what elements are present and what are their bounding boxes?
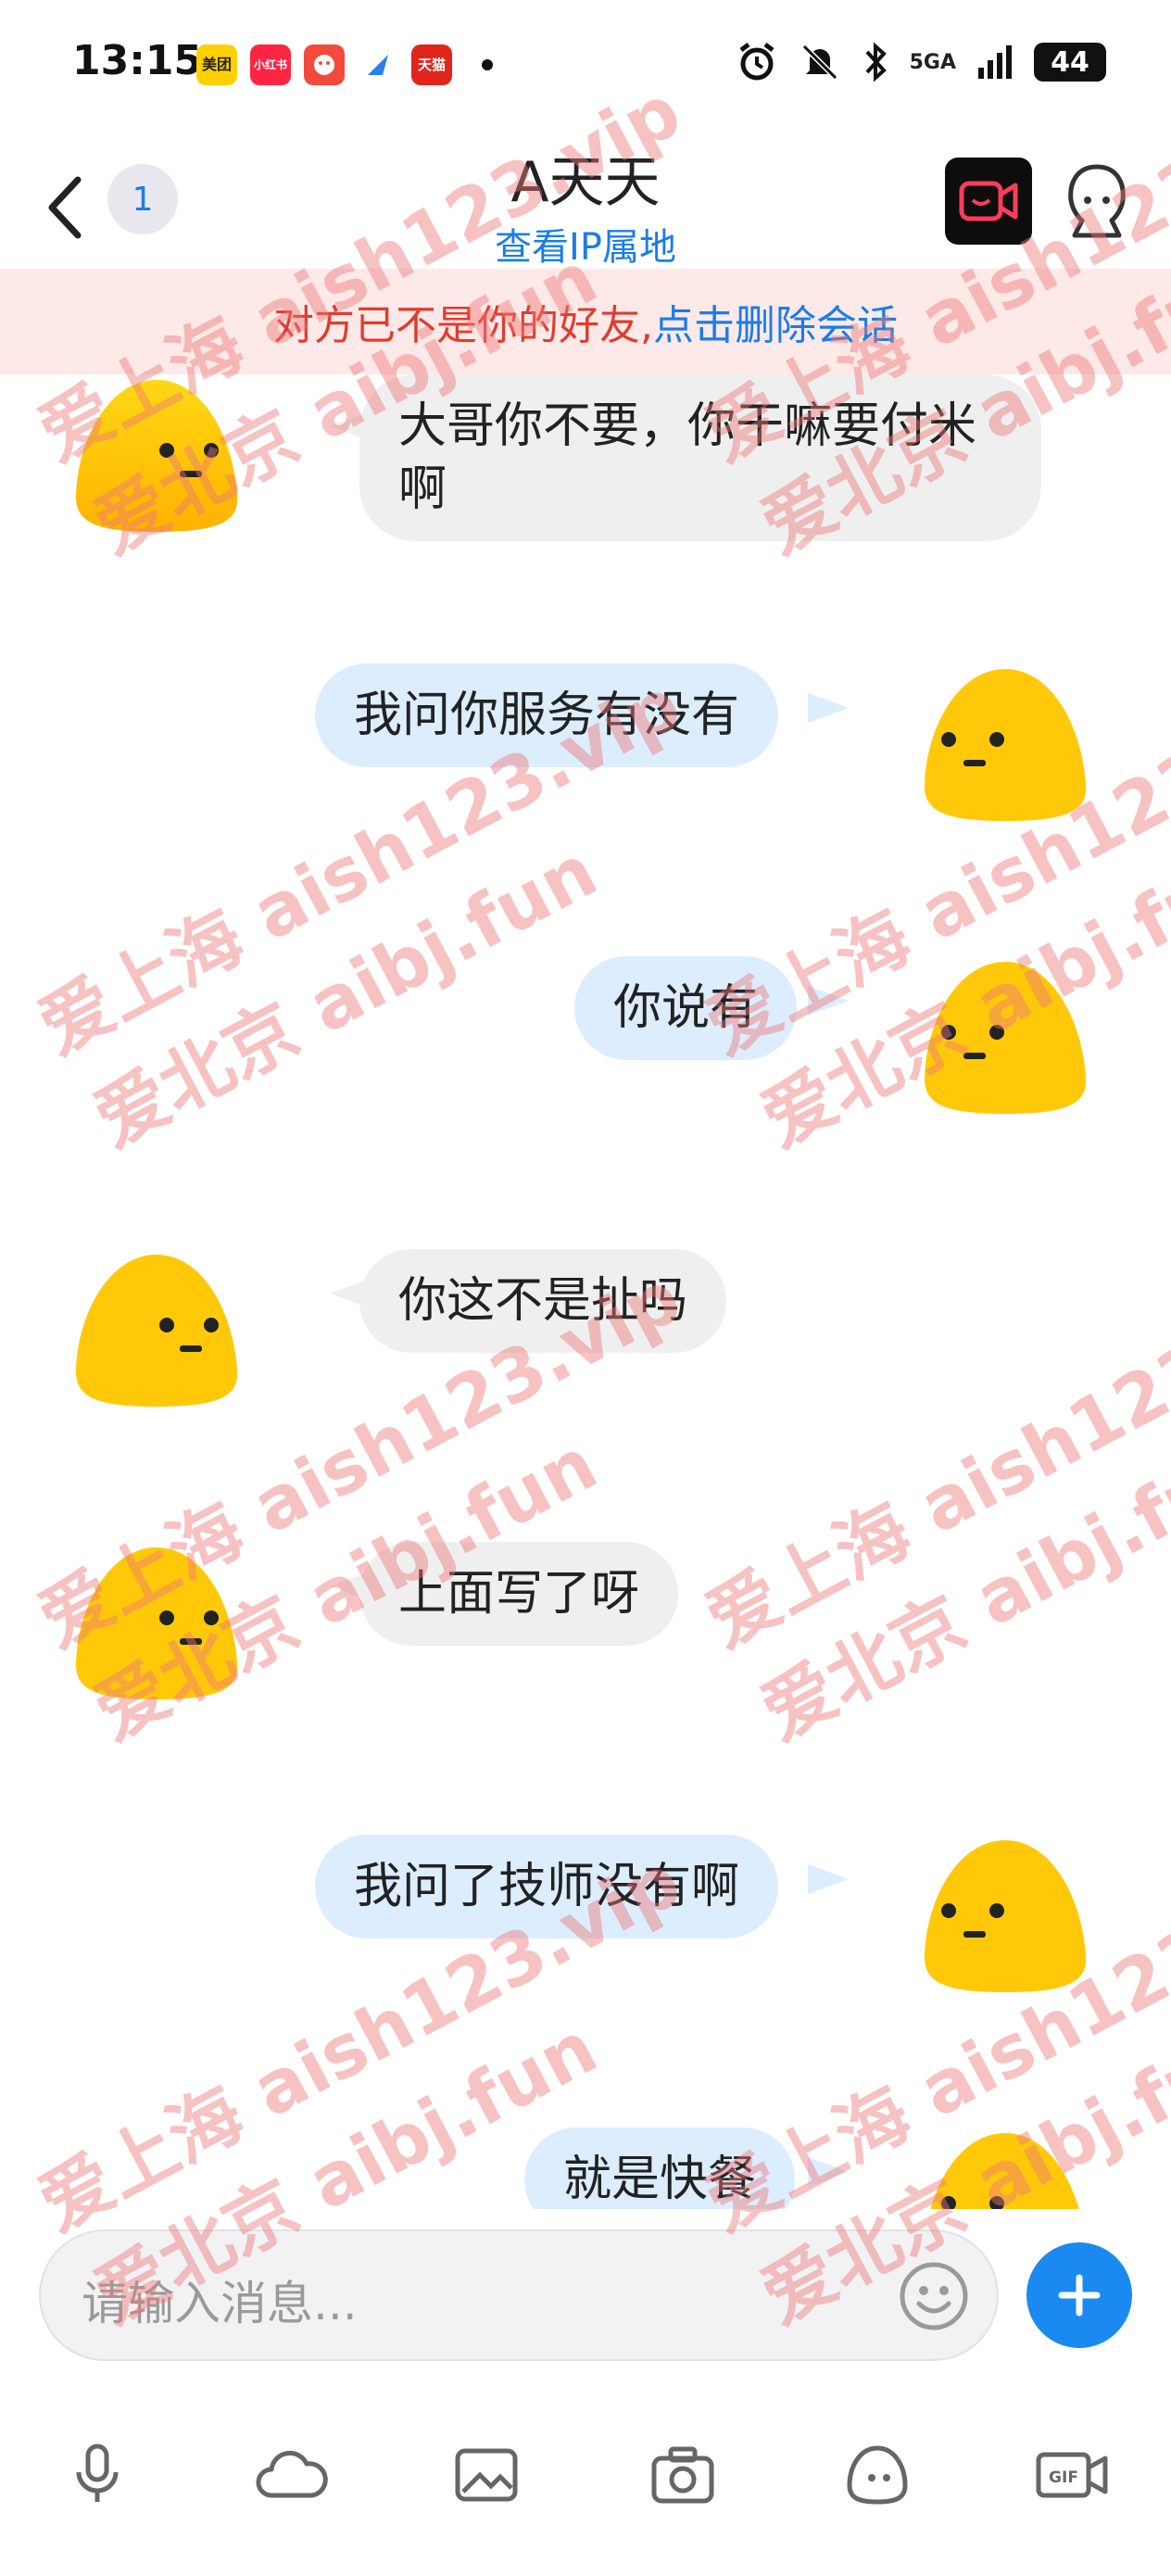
alarm-icon (739, 43, 774, 81)
message-bubble-outgoing[interactable]: 我问了技师没有啊 (315, 1835, 779, 1938)
bubble-tail (808, 986, 849, 1016)
game-app-icon (304, 44, 345, 85)
cloud-icon (256, 2450, 328, 2498)
image-icon (455, 2448, 518, 2502)
svg-text:GIF: GIF (1049, 2469, 1078, 2487)
microphone-icon (76, 2443, 119, 2502)
message-input[interactable]: 请输入消息... (39, 2229, 999, 2361)
video-call-button[interactable] (945, 158, 1032, 245)
not-friend-notice: 对方已不是你的好友, (273, 302, 653, 349)
message-bubble-outgoing[interactable]: 就是快餐 (524, 2128, 796, 2209)
meituan-app-icon: 美团 (196, 44, 237, 85)
cloud-files-button[interactable] (250, 2433, 334, 2517)
status-indicators: 5GA 44 (736, 41, 1106, 83)
mute-icon (801, 44, 837, 81)
browser-app-icon (358, 44, 398, 85)
message-bubble-outgoing[interactable]: 我问你服务有没有 (315, 663, 779, 767)
camera-button[interactable] (641, 2433, 724, 2517)
my-avatar[interactable] (917, 663, 1093, 830)
contact-avatar[interactable] (69, 1542, 245, 1709)
voice-message-button[interactable] (56, 2433, 139, 2517)
bubble-tail (808, 1864, 849, 1894)
sticker-button[interactable] (836, 2433, 919, 2517)
message-bubble-incoming[interactable]: 上面写了呀 (359, 1542, 679, 1646)
not-friend-banner: 对方已不是你的好友, 点击删除会话 (0, 269, 1171, 374)
bubble-tail (808, 2157, 849, 2187)
photo-album-button[interactable] (445, 2433, 528, 2517)
emoji-icon[interactable] (897, 2259, 971, 2333)
status-time: 13:15 (72, 37, 203, 84)
gif-icon: GIF (1036, 2452, 1108, 2498)
message-bubble-incoming[interactable]: 大哥你不要，你干嘛要付米啊 (359, 374, 1041, 541)
contact-avatar[interactable] (69, 374, 245, 541)
more-actions-button[interactable] (1026, 2242, 1132, 2348)
battery-indicator: 44 (1034, 43, 1106, 82)
status-bar: 13:15 美团 小红书 天猫 5GA 44 (0, 0, 1171, 139)
xiaohongshu-app-icon: 小红书 (250, 44, 291, 85)
camera-icon (651, 2446, 714, 2504)
message-bubble-outgoing[interactable]: 你说有 (574, 956, 798, 1060)
sticker-icon (847, 2445, 908, 2505)
bubble-tail (808, 693, 849, 723)
message-bubble-incoming[interactable]: 你这不是扯吗 (359, 1249, 727, 1353)
my-avatar[interactable] (917, 1835, 1093, 2001)
message-list[interactable]: 大哥你不要，你干嘛要付米啊 我问你服务有没有 你说有 你这不是扯吗 上面写了呀 … (0, 374, 1171, 2209)
my-avatar[interactable] (917, 2128, 1093, 2209)
signal-icon (978, 45, 1012, 79)
delete-conversation-link[interactable]: 点击删除会话 (653, 292, 898, 351)
gif-button[interactable]: GIF (1030, 2433, 1114, 2517)
tmall-app-icon: 天猫 (411, 44, 452, 85)
plus-icon (1058, 2274, 1101, 2317)
message-input-placeholder: 请输入消息... (82, 2277, 358, 2330)
network-type: 5GA (909, 50, 956, 74)
my-avatar[interactable] (917, 956, 1093, 1123)
contact-profile-icon[interactable] (1056, 159, 1138, 243)
contact-avatar[interactable] (69, 1249, 245, 1416)
video-camera-icon (959, 181, 1018, 221)
bluetooth-icon (865, 42, 887, 82)
notification-app-icons: 美团 小红书 天猫 (196, 44, 493, 85)
more-notifications-dot (482, 59, 493, 70)
